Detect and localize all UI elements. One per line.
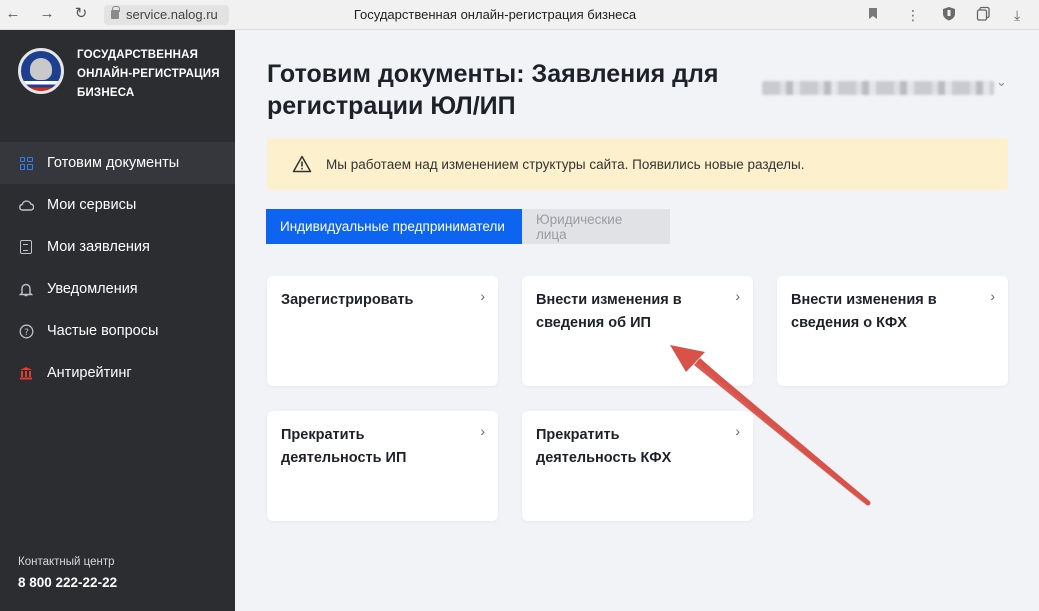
- sidebar-item-label: Частые вопросы: [47, 323, 159, 339]
- sidebar-item-antirating[interactable]: Антирейтинг: [0, 352, 235, 394]
- sidebar-item-label: Уведомления: [47, 281, 138, 297]
- sidebar-item-label: Мои заявления: [47, 239, 150, 255]
- bell-icon: [18, 281, 34, 297]
- forward-arrow-icon[interactable]: →: [38, 5, 56, 23]
- card-title: Прекратить деятельность ИП: [281, 427, 407, 466]
- back-arrow-icon[interactable]: ←: [4, 5, 22, 23]
- question-icon: ?: [18, 323, 34, 339]
- entity-tabs: Индивидуальные предприниматели Юридическ…: [266, 209, 670, 244]
- card-title: Прекратить деятельность КФХ: [536, 427, 672, 466]
- card-title: Зарегистрировать: [281, 292, 414, 308]
- card-change-ip[interactable]: Внести изменения в сведения об ИП ›: [522, 276, 753, 386]
- sidebar-item-label: Мои сервисы: [47, 197, 137, 213]
- contact-phone[interactable]: 8 800 222-22-22: [18, 575, 117, 590]
- card-register[interactable]: Зарегистрировать ›: [267, 276, 498, 386]
- grid-icon: [18, 155, 34, 171]
- card-title: Внести изменения в сведения о КФХ: [791, 292, 937, 331]
- brand-line: БИЗНЕСА: [77, 87, 135, 99]
- tab-legal-entities[interactable]: Юридические лица: [522, 209, 670, 244]
- shield-icon[interactable]: [942, 6, 956, 25]
- page-title: Готовим документы: Заявления для регистр…: [267, 60, 719, 120]
- fns-logo[interactable]: [18, 48, 64, 94]
- tab-individual-entrepreneurs[interactable]: Индивидуальные предприниматели: [266, 209, 522, 244]
- chevron-right-icon: ›: [480, 423, 485, 439]
- url-text: service.nalog.ru: [126, 7, 218, 22]
- copy-icon[interactable]: [976, 6, 991, 25]
- user-profile-blurred[interactable]: [762, 81, 994, 95]
- sidebar-menu: Готовим документы Мои сервисы Мои заявле…: [0, 142, 235, 394]
- sidebar-item-label: Готовим документы: [47, 155, 180, 171]
- sidebar-item-label: Антирейтинг: [47, 365, 132, 381]
- sidebar-item-applications[interactable]: Мои заявления: [0, 226, 235, 268]
- bank-icon: [18, 365, 34, 381]
- sidebar-item-services[interactable]: Мои сервисы: [0, 184, 235, 226]
- lock-icon: [111, 6, 120, 19]
- address-bar[interactable]: service.nalog.ru: [104, 5, 229, 25]
- browser-page-title: Государственная онлайн-регистрация бизне…: [353, 7, 637, 22]
- download-icon[interactable]: ⤓: [1014, 6, 1020, 24]
- sidebar: ГОСУДАРСТВЕННАЯ ОНЛАЙН-РЕГИСТРАЦИЯ БИЗНЕ…: [0, 30, 235, 611]
- sidebar-item-documents[interactable]: Готовим документы: [0, 142, 235, 184]
- chevron-right-icon: ›: [990, 288, 995, 304]
- chevron-down-icon[interactable]: ⌄: [996, 74, 1007, 90]
- main-content: Готовим документы: Заявления для регистр…: [235, 30, 1039, 611]
- svg-text:?: ?: [24, 328, 29, 338]
- sidebar-item-faq[interactable]: ? Частые вопросы: [0, 310, 235, 352]
- brand-line: ОНЛАЙН-РЕГИСТРАЦИЯ: [77, 68, 220, 80]
- reload-icon[interactable]: ↻: [72, 5, 90, 23]
- warning-icon: [292, 155, 312, 173]
- alert-text: Мы работаем над изменением структуры сай…: [326, 156, 805, 172]
- brand-line: ГОСУДАРСТВЕННАЯ: [77, 49, 199, 61]
- browser-toolbar: ← → ↻ service.nalog.ru Государственная о…: [0, 0, 1039, 30]
- cloud-icon: [18, 197, 34, 213]
- card-terminate-ip[interactable]: Прекратить деятельность ИП ›: [267, 411, 498, 521]
- bookmark-icon[interactable]: [868, 6, 878, 24]
- contact-label: Контактный центр: [18, 556, 115, 568]
- card-terminate-kfh[interactable]: Прекратить деятельность КФХ ›: [522, 411, 753, 521]
- chevron-right-icon: ›: [735, 288, 740, 304]
- chevron-right-icon: ›: [480, 288, 485, 304]
- card-title: Внести изменения в сведения об ИП: [536, 292, 682, 331]
- menu-dots-icon[interactable]: ⋮: [906, 6, 920, 24]
- chevron-right-icon: ›: [735, 423, 740, 439]
- document-icon: [18, 239, 34, 255]
- card-change-kfh[interactable]: Внести изменения в сведения о КФХ ›: [777, 276, 1008, 386]
- brand-name[interactable]: ГОСУДАРСТВЕННАЯ ОНЛАЙН-РЕГИСТРАЦИЯ БИЗНЕ…: [77, 46, 220, 103]
- sidebar-item-notifications[interactable]: Уведомления: [0, 268, 235, 310]
- info-alert: Мы работаем над изменением структуры сай…: [267, 138, 1008, 190]
